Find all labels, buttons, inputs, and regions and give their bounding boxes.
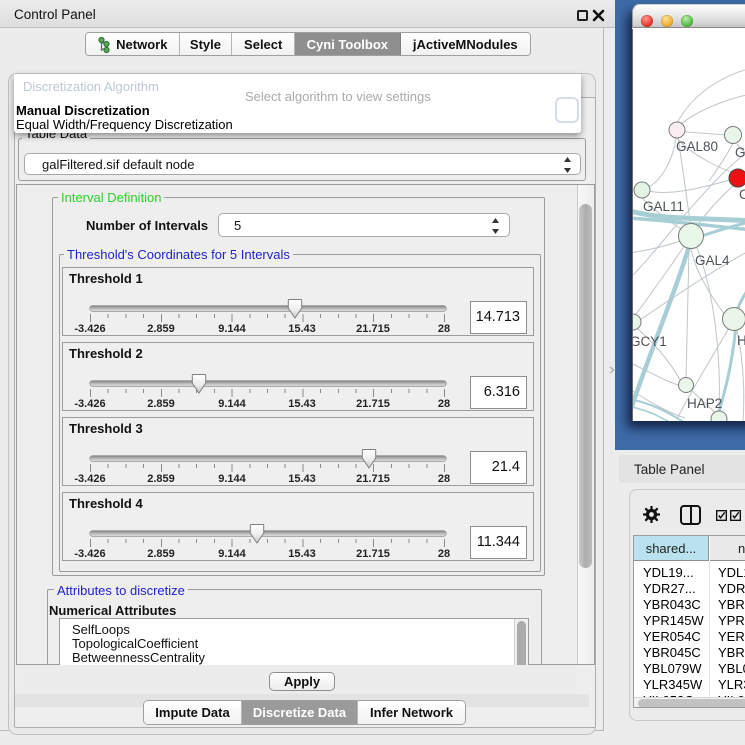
- svg-text:GA: GA: [735, 145, 745, 160]
- svg-text:GAL80: GAL80: [676, 139, 718, 154]
- svg-text:H: H: [737, 333, 745, 348]
- svg-text:C: C: [739, 187, 745, 202]
- svg-text:GAL4: GAL4: [695, 253, 730, 268]
- svg-text:GCY1: GCY1: [633, 334, 667, 349]
- svg-text:GAL11: GAL11: [643, 199, 684, 214]
- svg-text:HAP2: HAP2: [687, 396, 722, 411]
